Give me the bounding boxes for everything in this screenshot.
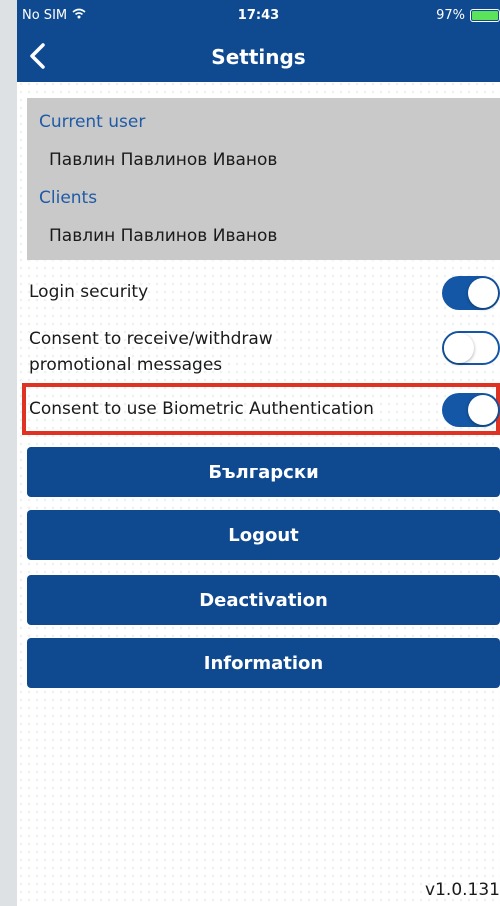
promotional-consent-toggle[interactable]: [442, 331, 500, 365]
battery-percent: 97%: [436, 8, 465, 23]
login-security-toggle[interactable]: [442, 276, 500, 310]
clients-label: Clients: [39, 188, 98, 208]
battery-icon: [470, 9, 500, 22]
current-user-name: Павлин Павлинов Иванов: [49, 150, 278, 170]
logout-button[interactable]: Logout: [27, 510, 500, 560]
biometric-consent-label: Consent to use Biometric Authentication: [29, 399, 374, 419]
client-name: Павлин Павлинов Иванов: [49, 226, 278, 246]
toggle-knob: [444, 333, 474, 363]
promotional-consent-label-line1: Consent to receive/withdraw: [29, 329, 273, 349]
battery-indicator: 97%: [436, 8, 500, 23]
header-bar: Settings: [17, 30, 500, 82]
status-bar: No SIM 17:43 97%: [17, 0, 500, 30]
current-user-label: Current user: [39, 112, 146, 132]
toggle-knob: [468, 278, 498, 308]
status-time: 17:43: [237, 8, 280, 23]
user-info-panel: Current user Павлин Павлинов Иванов Clie…: [27, 98, 500, 260]
version-label: v1.0.131: [425, 880, 500, 900]
information-button[interactable]: Information: [27, 638, 500, 688]
biometric-consent-toggle[interactable]: [442, 393, 500, 427]
login-security-label: Login security: [29, 282, 149, 302]
deactivation-button[interactable]: Deactivation: [27, 575, 500, 625]
page-title: Settings: [211, 45, 306, 69]
app-screen: No SIM 17:43 97% Settings Current user П…: [17, 0, 500, 906]
toggle-knob: [468, 395, 498, 425]
language-button[interactable]: Български: [27, 447, 500, 497]
promotional-consent-label-line2: promotional messages: [29, 355, 223, 375]
